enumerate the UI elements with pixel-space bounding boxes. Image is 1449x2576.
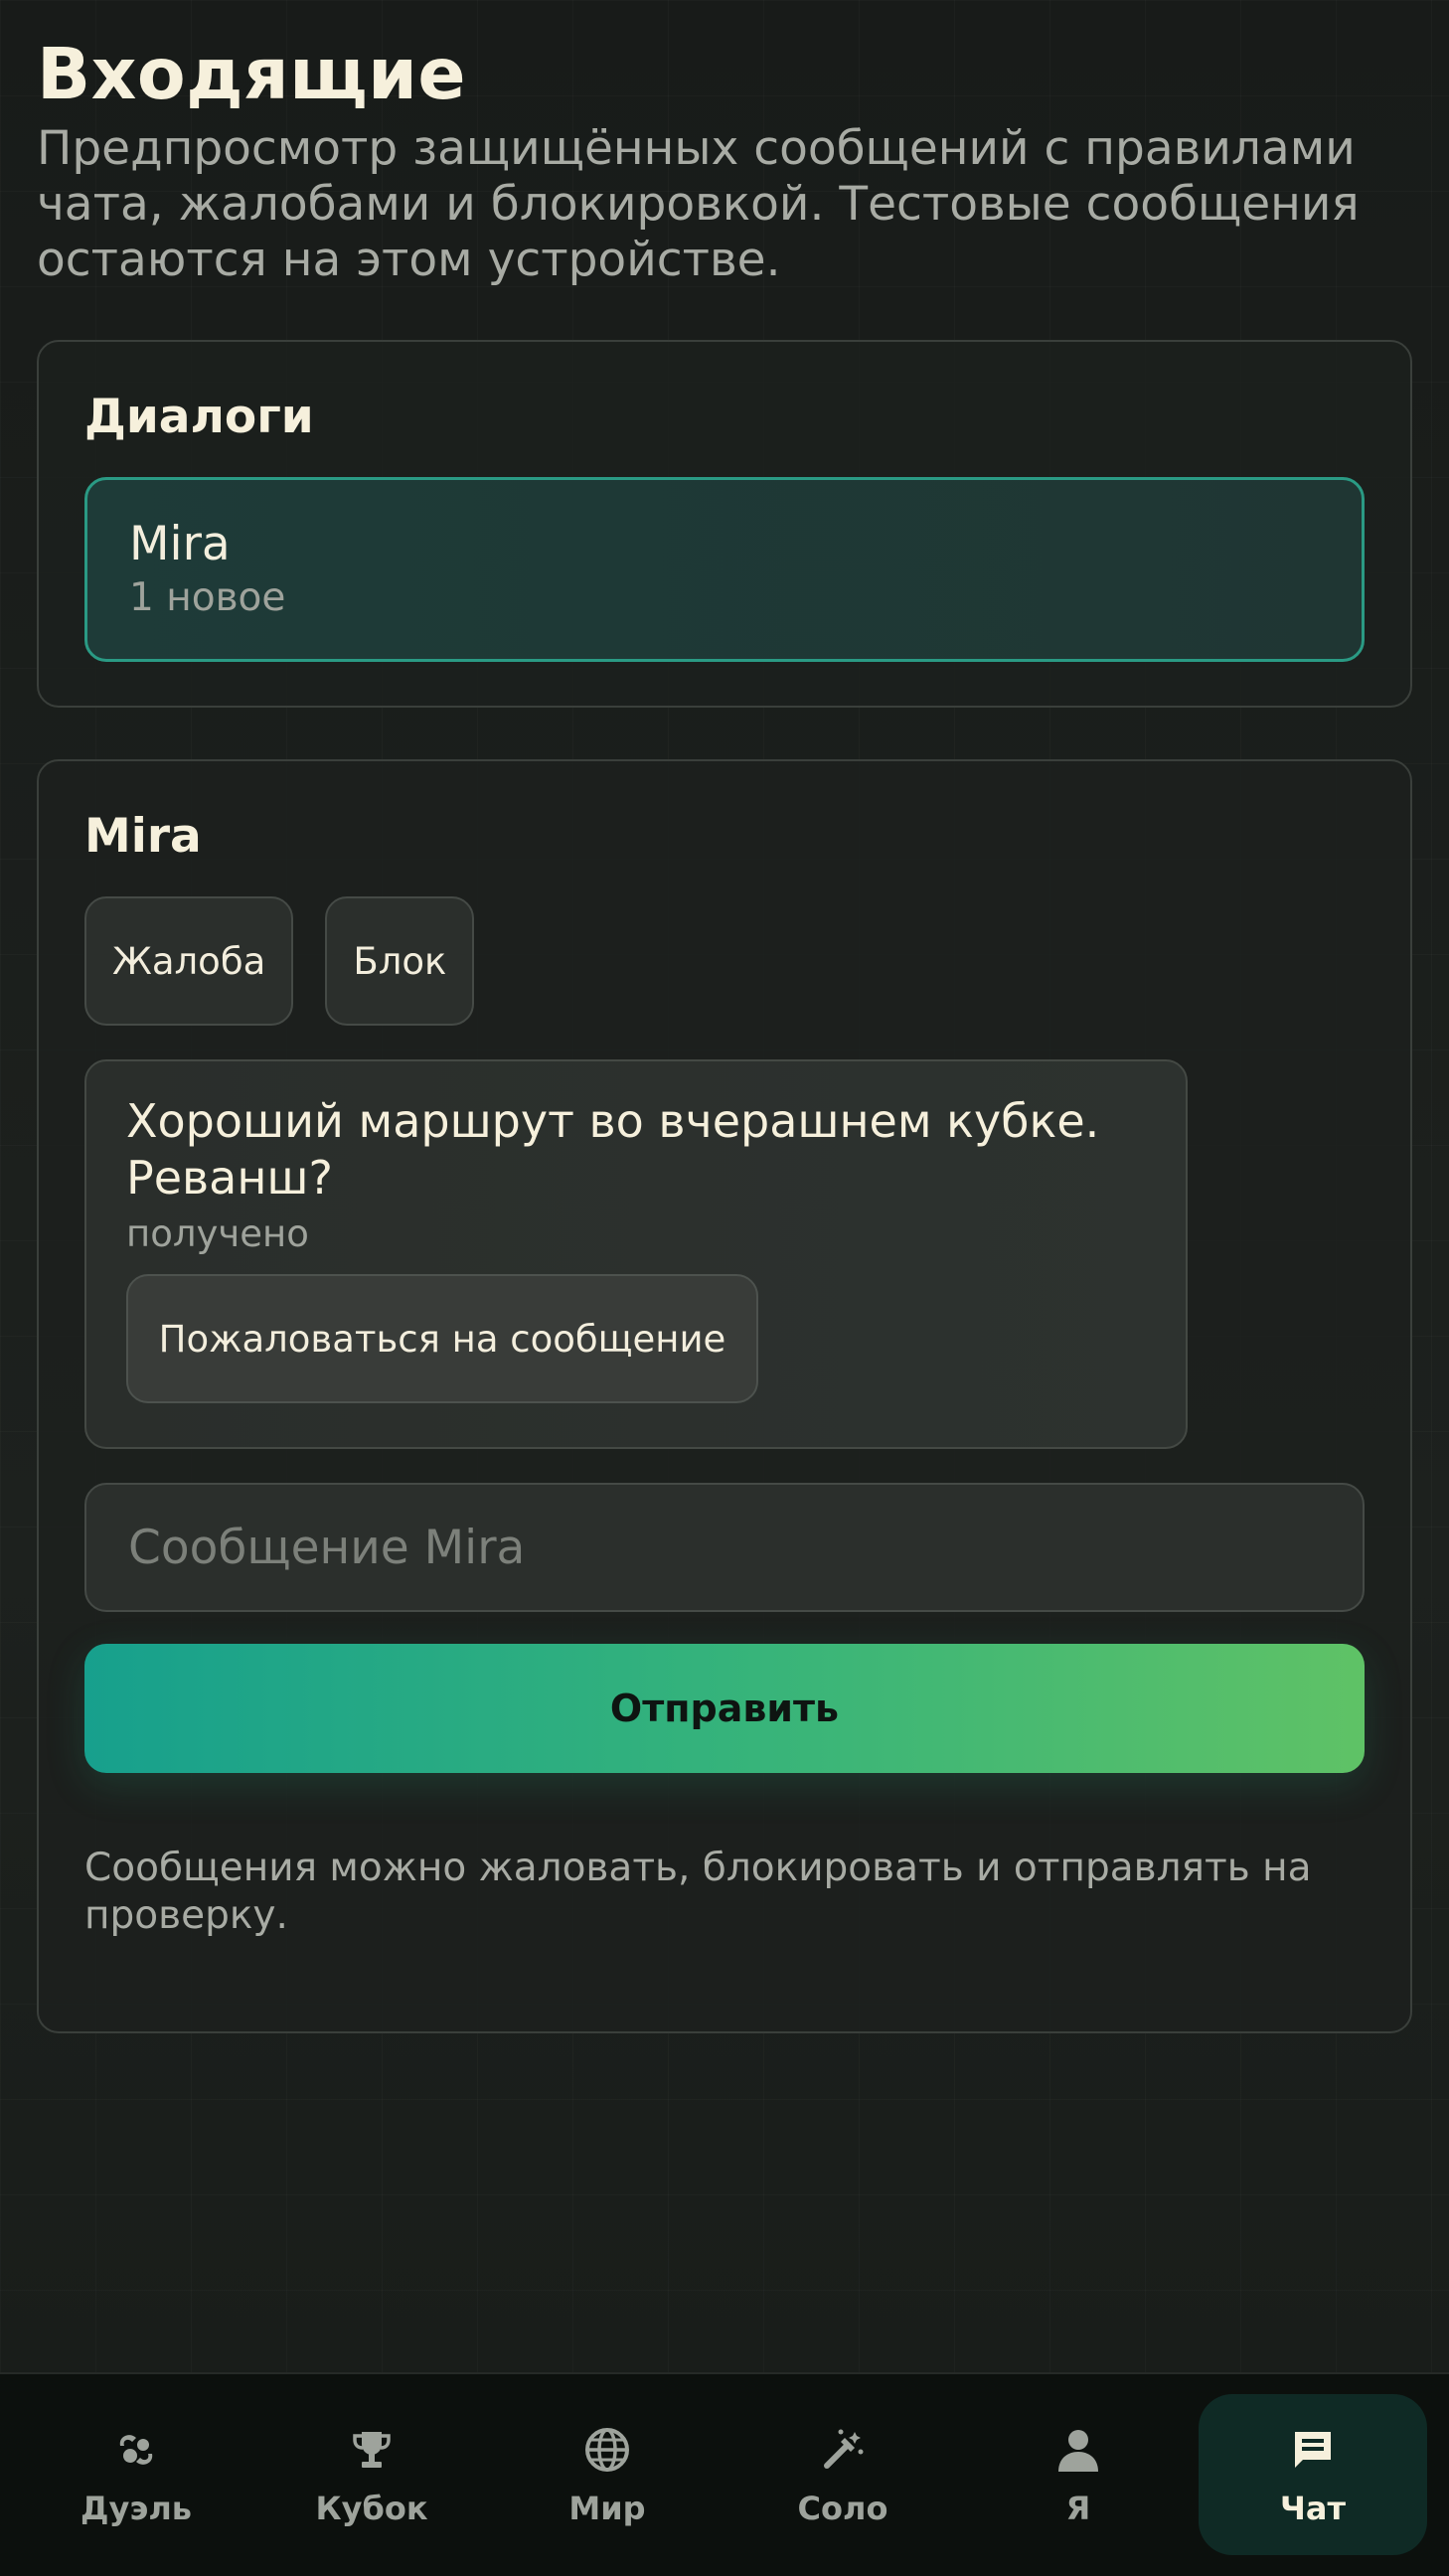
message-status: получено [126, 1212, 309, 1255]
nav-label-solo: Соло [797, 2490, 888, 2527]
nav-label-chat: Чат [1280, 2490, 1346, 2527]
bottom-nav: Дуэль Кубок Мир Соло Я Чат [0, 2372, 1449, 2576]
nav-item-solo[interactable]: Соло [728, 2394, 957, 2555]
dialogs-card: Диалоги Mira 1 новое [37, 340, 1412, 708]
report-button[interactable]: Жалоба [84, 896, 294, 1026]
main-content: Входящие Предпросмотр защищённых сообщен… [37, 30, 1412, 2033]
dialog-unread-count: 1 новое [129, 575, 286, 620]
page-subtitle: Предпросмотр защищённых сообщений с прав… [37, 121, 1360, 287]
trophy-icon [343, 2421, 401, 2479]
nav-item-world[interactable]: Мир [493, 2394, 722, 2555]
nav-label-cup: Кубок [315, 2490, 428, 2527]
globe-icon [578, 2421, 636, 2479]
chat-hint: Сообщения можно жаловать, блокировать и … [84, 1846, 1312, 1938]
dialogs-title: Диалоги [84, 390, 314, 444]
duel-icon [107, 2421, 165, 2479]
nav-item-me[interactable]: Я [964, 2394, 1193, 2555]
page-title: Входящие [37, 33, 467, 115]
block-button[interactable]: Блок [325, 896, 475, 1026]
chat-actions: Жалоба Блок [84, 896, 1365, 1026]
message-bubble: Хороший маршрут во вчерашнем кубке. Рева… [84, 1059, 1188, 1449]
nav-item-duel[interactable]: Дуэль [22, 2394, 250, 2555]
solo-icon [814, 2421, 872, 2479]
nav-label-duel: Дуэль [80, 2490, 192, 2527]
nav-label-world: Мир [568, 2490, 646, 2527]
chat-icon [1284, 2421, 1342, 2479]
dialog-item-mira[interactable]: Mira 1 новое [84, 477, 1365, 662]
nav-item-cup[interactable]: Кубок [257, 2394, 486, 2555]
dialog-name: Mira [129, 517, 231, 571]
chat-title: Mira [84, 809, 202, 864]
send-button[interactable]: Отправить [84, 1644, 1365, 1773]
message-input[interactable]: Сообщение Mira [84, 1483, 1365, 1612]
message-text: Хороший маршрут во вчерашнем кубке. Рева… [126, 1094, 1100, 1205]
chat-card: Mira Жалоба Блок Хороший маршрут во вчер… [37, 759, 1412, 2033]
report-message-button[interactable]: Пожаловаться на сообщение [126, 1274, 758, 1403]
nav-item-chat[interactable]: Чат [1199, 2394, 1427, 2555]
nav-label-me: Я [1065, 2490, 1091, 2527]
person-icon [1049, 2421, 1107, 2479]
